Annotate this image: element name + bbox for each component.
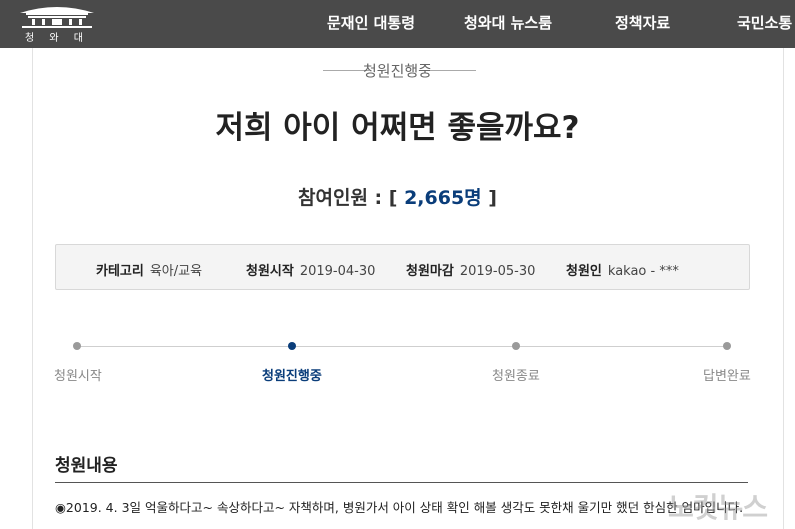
participants-label: 참여인원 : [ (298, 187, 398, 209)
participants-close: ] (488, 187, 497, 209)
news-watermark: 노컷뉴스 (668, 491, 768, 524)
info-category: 카테고리 육아/교육 (96, 260, 202, 279)
petition-title: 저희 아이 어쩌면 좋을까요? (215, 110, 580, 146)
top-navigation-bar: 청 와 대 문재인 대통령 청와대 뉴스룸 정책자료 국민소통 (0, 0, 795, 48)
info-end: 청원마감 2019-05-30 (406, 260, 535, 279)
status-divider-right (430, 70, 476, 71)
timeline-step-start: 청원시작 (54, 369, 102, 384)
nav-president[interactable]: 문재인 대통령 (327, 12, 415, 33)
timeline-dot-in-progress (288, 342, 296, 350)
info-start-label: 청원시작 (246, 264, 294, 279)
content-section-divider (55, 482, 748, 483)
timeline-dot-start (73, 342, 81, 350)
petition-status: 청원진행중 (362, 62, 432, 80)
nav-communication[interactable]: 국민소통 (737, 12, 792, 33)
content-section-title: 청원내용 (55, 456, 118, 476)
timeline-dot-answered (723, 342, 731, 350)
info-category-label: 카테고리 (96, 264, 144, 279)
petition-content: ◉2019. 4. 3일 억울하다고~ 속상하다고~ 자책하며, 병원가서 아이… (55, 500, 744, 515)
info-end-value: 2019-05-30 (459, 264, 536, 279)
info-author-label: 청원인 (566, 264, 602, 279)
timeline-step-ended: 청원종료 (492, 369, 540, 384)
timeline-step-answered: 답변완료 (703, 369, 751, 384)
timeline-dot-ended (512, 342, 520, 350)
info-start-value: 2019-04-30 (299, 264, 376, 279)
info-author: 청원인 kakao - *** (566, 260, 679, 279)
petition-info-box: 카테고리 육아/교육 청원시작 2019-04-30 청원마감 2019-05-30 … (55, 244, 750, 290)
info-end-label: 청원마감 (406, 264, 454, 279)
nav-policy[interactable]: 정책자료 (615, 12, 670, 33)
timeline-step-in-progress: 청원진행중 (262, 369, 322, 384)
info-start: 청원시작 2019-04-30 (246, 260, 375, 279)
progress-timeline (76, 346, 727, 347)
info-author-value: kakao - *** (607, 264, 679, 279)
main-nav: 문재인 대통령 청와대 뉴스룸 정책자료 국민소통 (0, 0, 795, 48)
info-category-value: 육아/교육 (149, 264, 203, 279)
participants-count: 참여인원 : [ 2,665명 ] (0, 183, 795, 210)
nav-newsroom[interactable]: 청와대 뉴스룸 (464, 12, 552, 33)
participants-number: 2,665명 (404, 187, 482, 209)
